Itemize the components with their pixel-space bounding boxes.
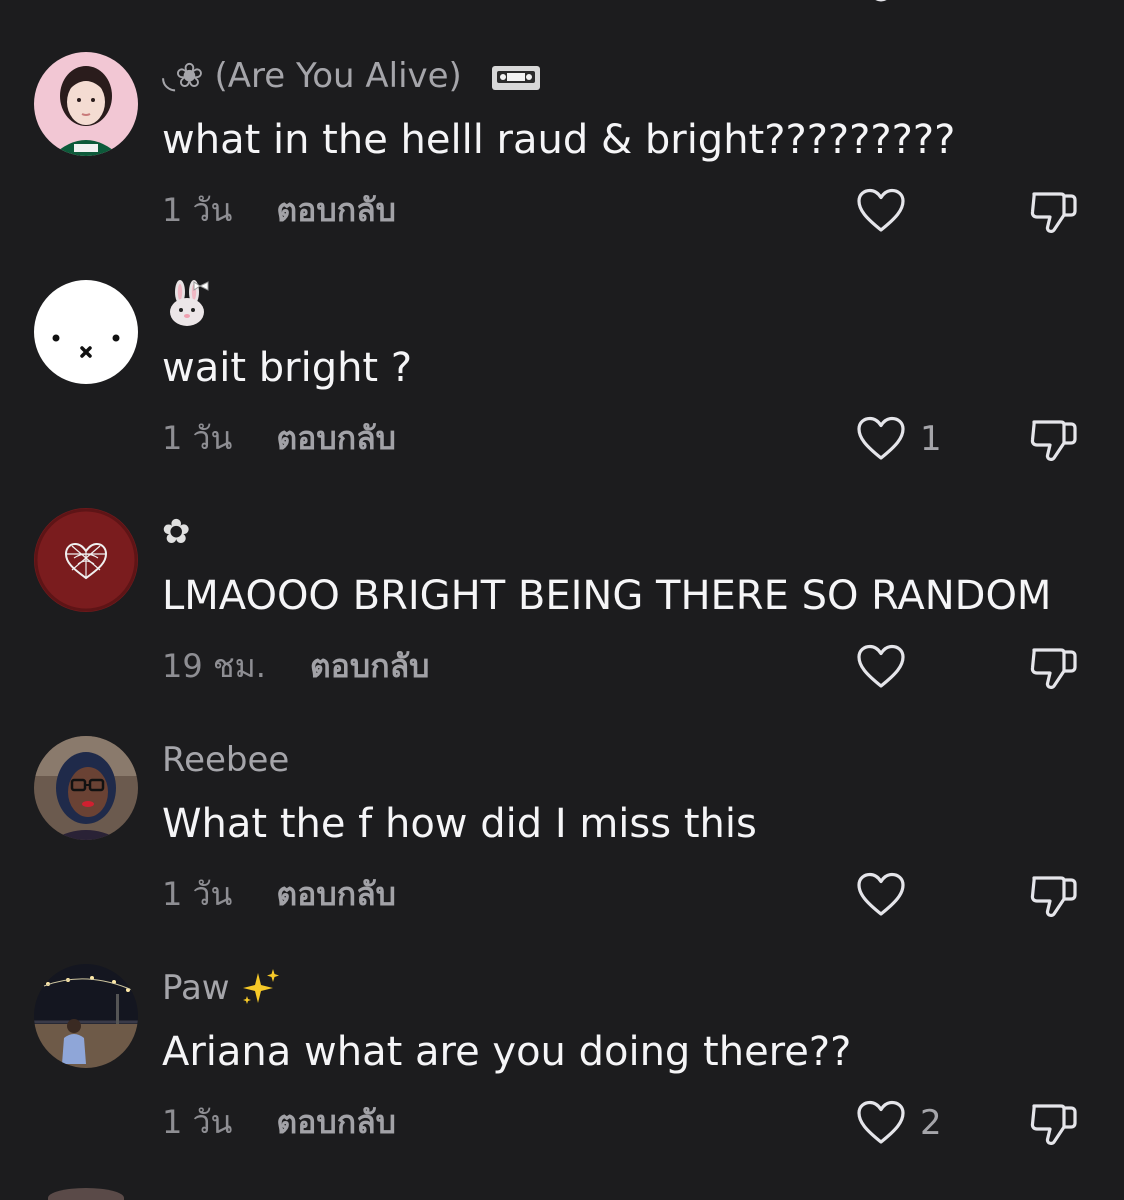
night-photo-avatar-icon (34, 964, 138, 1068)
vhs-tape-icon (491, 65, 540, 90)
username[interactable]: ✿ (162, 510, 191, 554)
miffy-face-avatar-icon (34, 280, 138, 384)
comment-item: Reebee What the f how did I miss this 1 … (0, 736, 1124, 964)
dislike-button[interactable] (1028, 1096, 1080, 1148)
timestamp: 1 วัน (162, 191, 233, 229)
comment-meta: 1 วัน ตอบกลับ (162, 416, 396, 460)
dislike-button[interactable] (1028, 184, 1080, 236)
timestamp: 1 วัน (162, 1103, 233, 1141)
thumbs-down-icon (1030, 1104, 1077, 1145)
like-button[interactable] (856, 186, 920, 236)
spiderweb-heart-avatar-icon (34, 508, 138, 612)
thumbs-down-icon (1030, 648, 1077, 689)
comment-meta: 1 วัน ตอบกลับ (162, 872, 396, 916)
heart-outline-icon (857, 1100, 905, 1144)
comment-meta: 19 ชม. ตอบกลับ (162, 644, 429, 688)
heart-outline-icon (857, 188, 905, 232)
thumbs-down-icon (1030, 420, 1077, 461)
comments-screen: ◟❀ (Are You Alive) what in the helll rau… (0, 0, 1124, 1200)
timestamp: 1 วัน (162, 419, 233, 457)
reply-button[interactable]: ตอบกลับ (276, 188, 396, 232)
comment-text: what in the helll raud & bright????????? (162, 117, 956, 163)
heart-outline-icon (857, 644, 905, 688)
thumbs-down-icon (1030, 192, 1077, 233)
timestamp: 1 วัน (162, 875, 233, 913)
username[interactable] (162, 279, 214, 328)
sparkles-icon (243, 968, 280, 1004)
reply-button[interactable]: ตอบกลับ (276, 416, 396, 460)
username-text: Reebee (162, 740, 290, 780)
avatar[interactable] (34, 52, 138, 156)
dislike-button[interactable] (1028, 640, 1080, 692)
comment-item: ◟❀ (Are You Alive) what in the helll rau… (0, 52, 1124, 280)
heart-outline-icon (857, 872, 905, 916)
like-button[interactable]: 1 (856, 414, 942, 464)
username[interactable]: Paw (162, 966, 282, 1010)
avatar[interactable] (34, 508, 138, 612)
reply-button[interactable]: ตอบกลับ (310, 644, 430, 688)
comment-text: wait bright ? (162, 345, 413, 391)
username[interactable]: Reebee (162, 738, 289, 782)
dislike-button[interactable] (1028, 412, 1080, 464)
comment-text: Ariana what are you doing there?? (162, 1029, 852, 1075)
comment-meta: 1 วัน ตอบกลับ (162, 188, 396, 232)
username-text: Paw (162, 968, 230, 1008)
like-button[interactable] (856, 870, 920, 920)
comment-item: Paw Ariana what are you doing there?? 1 … (0, 964, 1124, 1192)
like-count: 1 (920, 419, 942, 459)
avatar[interactable] (34, 736, 138, 840)
username-prefix: ◟❀ (162, 56, 215, 96)
username-text: (Are You Alive) (214, 56, 462, 96)
username-text: ✿ (162, 512, 191, 552)
bunny-bow-icon (170, 279, 209, 326)
reply-button[interactable]: ตอบกลับ (276, 1100, 396, 1144)
comment-text: What the f how did I miss this (162, 801, 757, 847)
thumbs-down-icon (1030, 876, 1077, 917)
thumbs-down-icon[interactable] (1033, 0, 1071, 8)
heart-outline-icon[interactable] (862, 0, 900, 8)
previous-comment-actions (0, 0, 1124, 8)
avatar[interactable] (34, 964, 138, 1068)
comment-item: wait bright ? 1 วัน ตอบกลับ 1 (0, 279, 1124, 508)
comment-item: ✿ LMAOOO BRIGHT BEING THERE SO RANDOM 19… (0, 508, 1124, 736)
dislike-button[interactable] (1028, 868, 1080, 920)
like-button[interactable]: 2 (856, 1098, 942, 1148)
username[interactable]: ◟❀ (Are You Alive) (162, 54, 541, 98)
comment-text: LMAOOO BRIGHT BEING THERE SO RANDOM (162, 573, 1052, 619)
girl-photo-avatar-icon (34, 52, 138, 156)
heart-outline-icon (857, 416, 905, 460)
reply-button[interactable]: ตอบกลับ (276, 872, 396, 916)
woman-glasses-avatar-icon (34, 736, 138, 840)
like-count: 2 (920, 1103, 942, 1143)
timestamp: 19 ชม. (162, 647, 266, 685)
avatar[interactable] (34, 280, 138, 384)
like-button[interactable] (856, 642, 920, 692)
comment-meta: 1 วัน ตอบกลับ (162, 1100, 396, 1144)
